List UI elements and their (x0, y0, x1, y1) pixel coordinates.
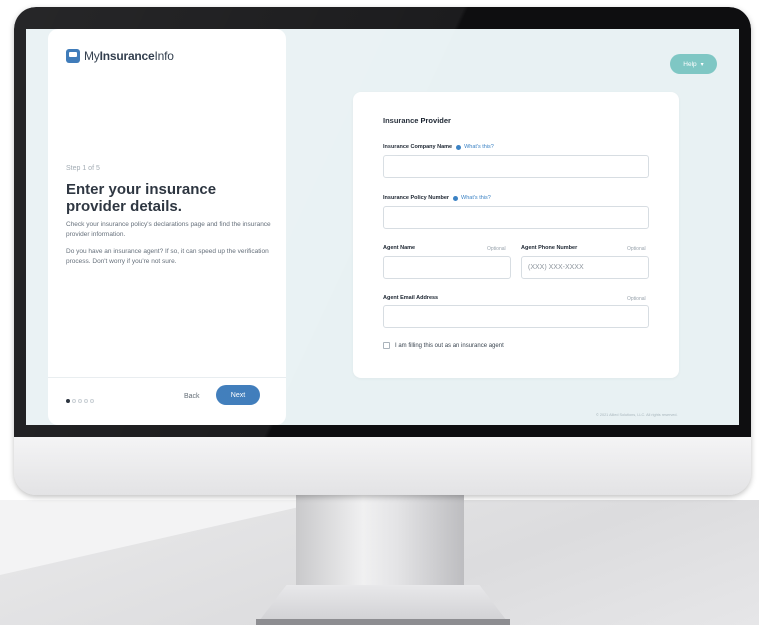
company-name-input[interactable] (383, 155, 649, 178)
page-title: Enter your insurance provider details. (66, 181, 217, 215)
agent-checkbox-label: I am filling this out as an insurance ag… (395, 342, 504, 349)
policy-whats-this-link[interactable]: What's this? (453, 195, 491, 201)
progress-dot-4 (84, 399, 88, 403)
agent-email-optional: Optional (627, 296, 646, 302)
agent-name-label: Agent Name (383, 245, 416, 251)
help-button[interactable]: Help ▾ (670, 54, 717, 74)
progress-dot-3 (78, 399, 82, 403)
panel-divider (48, 377, 286, 378)
agent-name-input[interactable] (383, 256, 511, 279)
agent-email-label: Agent Email Address (383, 295, 439, 301)
agent-hint-text: Do you have an insurance agent? If so, i… (66, 248, 269, 265)
progress-dot-1 (66, 399, 70, 403)
agent-email-input[interactable] (383, 305, 649, 328)
agent-phone-optional: Optional (627, 246, 646, 252)
monitor-chin (14, 437, 751, 495)
agent-phone-input[interactable] (521, 256, 649, 279)
progress-dot-5 (90, 399, 94, 403)
monitor-bezel: MyInsuranceInfo Step 1 of 5 Enter your i… (14, 7, 751, 437)
logo-icon (66, 49, 80, 63)
monitor-base-edge (256, 619, 510, 625)
company-name-label-text: Insurance Company Name (383, 144, 453, 150)
policy-whats-this-text: What's this? (461, 195, 491, 201)
form-title: Insurance Provider (383, 116, 451, 125)
left-panel: MyInsuranceInfo Step 1 of 5 Enter your i… (48, 29, 286, 425)
screen: MyInsuranceInfo Step 1 of 5 Enter your i… (26, 29, 739, 425)
monitor: MyInsuranceInfo Step 1 of 5 Enter your i… (14, 7, 751, 495)
next-button[interactable]: Next (216, 385, 260, 405)
help-label: Help (683, 60, 697, 68)
policy-number-input[interactable] (383, 206, 649, 229)
step-indicator: Step 1 of 5 (66, 165, 100, 172)
back-button[interactable]: Back (184, 393, 200, 400)
progress-dot-2 (72, 399, 76, 403)
logo: MyInsuranceInfo (66, 49, 174, 63)
progress-dots (66, 399, 94, 403)
copyright-text: © 2021 Allied Solutions, LLC. All rights… (596, 413, 678, 417)
monitor-neck (296, 495, 464, 587)
info-icon (453, 195, 459, 201)
policy-number-label-text: Insurance Policy Number (383, 195, 450, 201)
company-whats-this-link[interactable]: What's this? (456, 144, 494, 150)
chevron-down-icon: ▾ (700, 61, 704, 68)
scene: MyInsuranceInfo Step 1 of 5 Enter your i… (0, 0, 759, 625)
company-whats-this-text: What's this? (464, 144, 494, 150)
info-icon (456, 144, 462, 150)
instructions-text: Check your insurance policy's declaratio… (66, 221, 271, 238)
agent-checkbox-row[interactable]: I am filling this out as an insurance ag… (383, 342, 504, 349)
agent-name-optional: Optional (487, 246, 506, 252)
agent-checkbox[interactable] (383, 342, 390, 349)
insurance-provider-form: Insurance Provider Insurance Company Nam… (353, 92, 679, 378)
policy-number-label: Insurance Policy Number What's this? (383, 195, 491, 201)
agent-phone-label: Agent Phone Number (521, 245, 578, 251)
company-name-label: Insurance Company Name What's this? (383, 144, 494, 150)
logo-text: MyInsuranceInfo (84, 49, 174, 63)
